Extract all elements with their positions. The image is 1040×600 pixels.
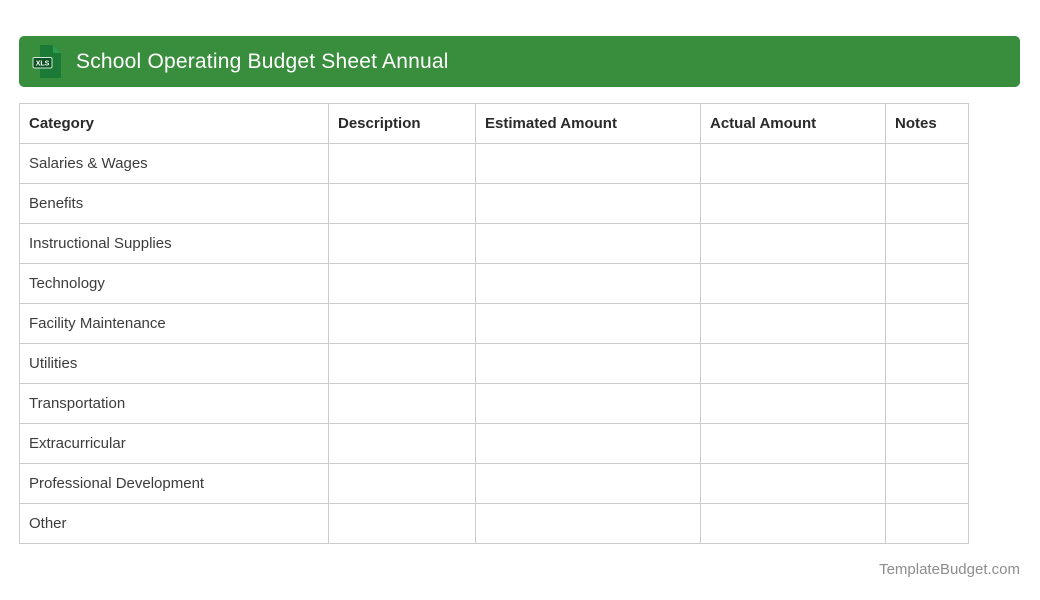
column-header-actual-amount: Actual Amount: [700, 103, 886, 144]
table-row: Extracurricular: [19, 423, 969, 464]
budget-table: Category Description Estimated Amount Ac…: [19, 103, 969, 544]
description-cell: [328, 183, 476, 224]
notes-cell: [885, 143, 969, 184]
estimated-amount-cell: [475, 143, 701, 184]
table-row: Facility Maintenance: [19, 303, 969, 344]
estimated-amount-cell: [475, 223, 701, 264]
column-header-category: Category: [19, 103, 329, 144]
estimated-amount-cell: [475, 343, 701, 384]
category-cell: Benefits: [19, 183, 329, 224]
estimated-amount-cell: [475, 503, 701, 544]
category-cell: Extracurricular: [19, 423, 329, 464]
table-row: Technology: [19, 263, 969, 304]
notes-cell: [885, 183, 969, 224]
table-row: Utilities: [19, 343, 969, 384]
description-cell: [328, 343, 476, 384]
category-cell: Transportation: [19, 383, 329, 424]
estimated-amount-cell: [475, 263, 701, 304]
actual-amount-cell: [700, 263, 886, 304]
actual-amount-cell: [700, 143, 886, 184]
notes-cell: [885, 383, 969, 424]
category-cell: Facility Maintenance: [19, 303, 329, 344]
category-cell: Utilities: [19, 343, 329, 384]
notes-cell: [885, 263, 969, 304]
description-cell: [328, 423, 476, 464]
description-cell: [328, 463, 476, 504]
estimated-amount-cell: [475, 183, 701, 224]
description-cell: [328, 303, 476, 344]
category-cell: Technology: [19, 263, 329, 304]
header-row: Category Description Estimated Amount Ac…: [19, 103, 969, 144]
estimated-amount-cell: [475, 423, 701, 464]
description-cell: [328, 503, 476, 544]
actual-amount-cell: [700, 343, 886, 384]
page-title: School Operating Budget Sheet Annual: [76, 49, 449, 73]
title-banner: XLS School Operating Budget Sheet Annual: [19, 36, 1020, 87]
actual-amount-cell: [700, 423, 886, 464]
table-row: Transportation: [19, 383, 969, 424]
column-header-estimated-amount: Estimated Amount: [475, 103, 701, 144]
category-cell: Professional Development: [19, 463, 329, 504]
xls-file-icon: XLS: [32, 44, 62, 79]
page: XLS School Operating Budget Sheet Annual…: [0, 0, 1040, 600]
notes-cell: [885, 463, 969, 504]
xls-icon-label: XLS: [36, 61, 50, 68]
table-row: Salaries & Wages: [19, 143, 969, 184]
actual-amount-cell: [700, 183, 886, 224]
actual-amount-cell: [700, 303, 886, 344]
estimated-amount-cell: [475, 463, 701, 504]
description-cell: [328, 383, 476, 424]
actual-amount-cell: [700, 383, 886, 424]
table-row: Other: [19, 503, 969, 544]
category-cell: Other: [19, 503, 329, 544]
site-watermark: TemplateBudget.com: [879, 561, 1020, 578]
table-row: Instructional Supplies: [19, 223, 969, 264]
notes-cell: [885, 223, 969, 264]
category-cell: Instructional Supplies: [19, 223, 329, 264]
actual-amount-cell: [700, 503, 886, 544]
column-header-description: Description: [328, 103, 476, 144]
description-cell: [328, 223, 476, 264]
notes-cell: [885, 423, 969, 464]
notes-cell: [885, 343, 969, 384]
description-cell: [328, 263, 476, 304]
estimated-amount-cell: [475, 303, 701, 344]
estimated-amount-cell: [475, 383, 701, 424]
column-header-notes: Notes: [885, 103, 969, 144]
category-cell: Salaries & Wages: [19, 143, 329, 184]
table-row: Professional Development: [19, 463, 969, 504]
description-cell: [328, 143, 476, 184]
actual-amount-cell: [700, 463, 886, 504]
notes-cell: [885, 303, 969, 344]
actual-amount-cell: [700, 223, 886, 264]
table-row: Benefits: [19, 183, 969, 224]
notes-cell: [885, 503, 969, 544]
